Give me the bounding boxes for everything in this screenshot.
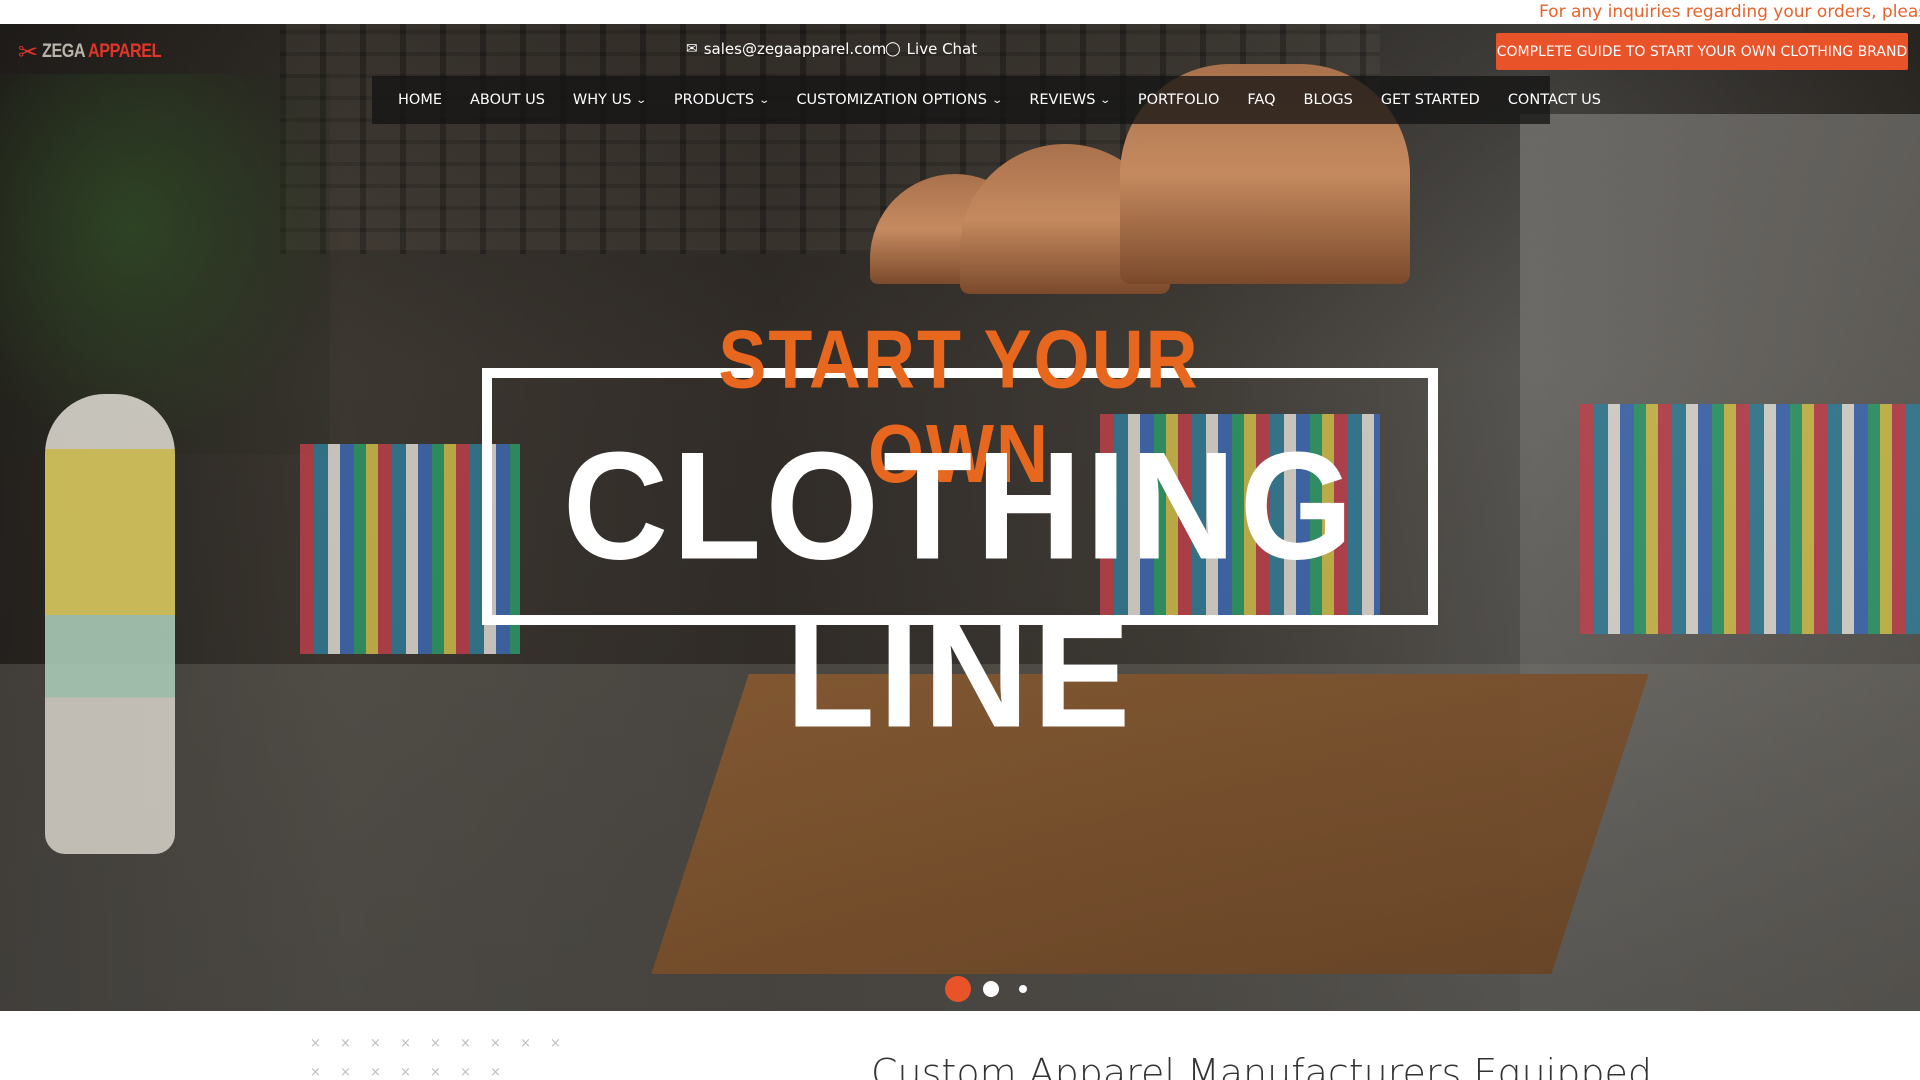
nav-item-label: CUSTOMIZATION OPTIONS: [796, 92, 987, 108]
nav-item-label: PRODUCTS: [673, 92, 755, 108]
nav-item-label: WHY US: [572, 92, 632, 108]
nav-item-blogs[interactable]: BLOGS: [1290, 76, 1367, 124]
nav-item-customization-options[interactable]: CUSTOMIZATION OPTIONS ⌄: [782, 76, 1015, 124]
hero-headline-top: START YOUR OWN: [678, 314, 1240, 500]
nav-item-label: REVIEWS: [1029, 92, 1096, 108]
carousel-dot-active[interactable]: [945, 976, 971, 1002]
site-logo[interactable]: ✂ ZEGA APPAREL: [18, 36, 161, 68]
cross-icon: ×: [370, 1065, 381, 1080]
header-email-link[interactable]: ✉ sales@zegaapparel.com: [686, 40, 886, 58]
nav-item-label: FAQ: [1247, 92, 1276, 108]
cross-icon: ×: [340, 1036, 351, 1051]
chevron-down-icon: ⌄: [991, 94, 1003, 106]
clothing-brand-guide-button[interactable]: COMPLETE GUIDE TO START YOUR OWN CLOTHIN…: [1496, 33, 1908, 70]
nav-item-label: CONTACT US: [1507, 92, 1602, 108]
chevron-down-icon: ⌄: [1099, 94, 1112, 106]
cross-icon: ×: [430, 1065, 441, 1080]
logo-wordmark-apparel: APPAREL: [88, 41, 162, 62]
nav-item-get-started[interactable]: GET STARTED: [1367, 76, 1494, 124]
hero-background-plant: [0, 74, 330, 454]
nav-item-home[interactable]: HOME: [384, 76, 456, 124]
logo-wordmark-zega: ZEGA: [42, 41, 85, 62]
chevron-down-icon: ⌄: [758, 94, 771, 106]
carousel-dot[interactable]: [1019, 985, 1027, 993]
cross-icon: ×: [460, 1065, 471, 1080]
header-email-text: sales@zegaapparel.com: [703, 40, 887, 58]
cross-icon: ×: [430, 1036, 441, 1051]
section-title: Custom Apparel Manufacturers Equipped: [871, 1051, 1652, 1080]
nav-item-label: ABOUT US: [470, 92, 545, 108]
nav-item-faq[interactable]: FAQ: [1233, 76, 1289, 124]
nav-item-about-us[interactable]: ABOUT US: [456, 76, 559, 124]
nav-item-label: BLOGS: [1303, 92, 1353, 108]
nav-item-label: PORTFOLIO: [1137, 92, 1220, 108]
cross-icon: ×: [310, 1036, 321, 1051]
carousel-dots: [945, 976, 1027, 1002]
nav-item-contact-us[interactable]: CONTACT US: [1494, 76, 1615, 124]
chevron-down-icon: ⌄: [635, 94, 648, 106]
scissors-icon: ✂: [18, 38, 39, 66]
nav-item-reviews[interactable]: REVIEWS ⌄: [1015, 76, 1124, 124]
header-live-chat-text: Live Chat: [906, 40, 978, 58]
header-live-chat-link[interactable]: ◯ Live Chat: [885, 40, 977, 58]
cross-icon: ×: [340, 1065, 351, 1080]
cross-icon: ×: [370, 1036, 381, 1051]
announcement-text: For any inquiries regarding your orders,…: [1539, 2, 1920, 22]
nav-item-label: GET STARTED: [1380, 92, 1480, 108]
cross-icon: ×: [460, 1036, 471, 1051]
nav-item-products[interactable]: PRODUCTS ⌄: [660, 76, 783, 124]
cross-icon: ×: [550, 1036, 561, 1051]
nav-item-why-us[interactable]: WHY US ⌄: [559, 76, 660, 124]
hero-background-clothing-rack: [1580, 404, 1920, 634]
announcement-bar: For any inquiries regarding your orders,…: [0, 0, 1920, 24]
logo-wordmark: ZEGA APPAREL: [42, 41, 161, 63]
chat-bubble-icon: ◯: [885, 41, 901, 57]
carousel-dot[interactable]: [983, 981, 999, 997]
main-navigation: HOME ABOUT US WHY US ⌄ PRODUCTS ⌄ CUSTOMIZ…: [372, 76, 1601, 124]
cross-icon: ×: [400, 1065, 411, 1080]
cross-icon: ×: [490, 1065, 501, 1080]
cross-icon: ×: [400, 1036, 411, 1051]
cross-icon: ×: [310, 1065, 321, 1080]
decorative-cross-pattern: × × × × × × × × × × × × × × × ×: [310, 1036, 580, 1080]
cross-icon: ×: [520, 1036, 531, 1051]
hero-headline-main: CLOTHING LINE: [562, 419, 1358, 760]
mail-icon: ✉: [686, 41, 698, 57]
hero-background-mannequin: [45, 394, 175, 854]
nav-item-label: HOME: [398, 92, 442, 108]
nav-item-portfolio[interactable]: PORTFOLIO: [1124, 76, 1234, 124]
cross-icon: ×: [490, 1036, 501, 1051]
